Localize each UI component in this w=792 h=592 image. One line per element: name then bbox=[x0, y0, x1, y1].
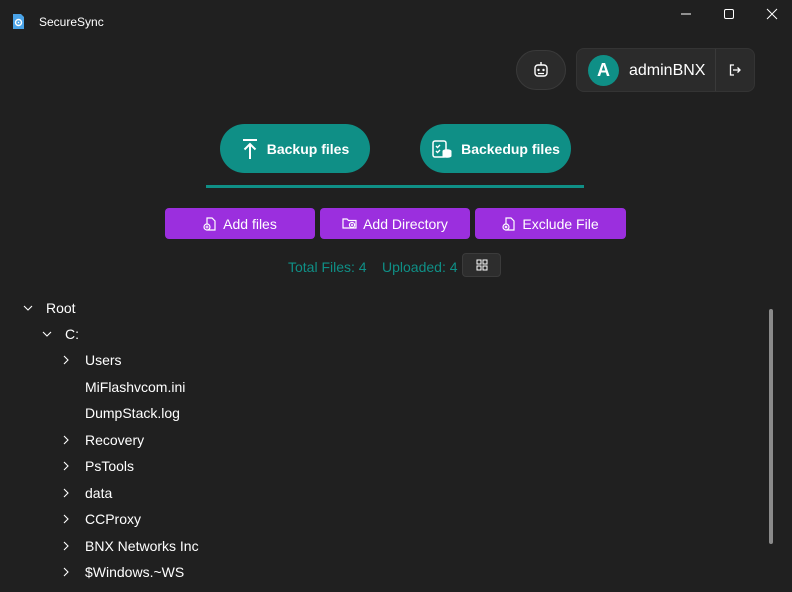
tab-backup-files[interactable]: Backup files bbox=[220, 124, 370, 173]
exclude-file-button[interactable]: Exclude File bbox=[475, 208, 626, 239]
app-window: SecureSync A adminBNX Backup files Backe… bbox=[0, 0, 792, 592]
close-icon bbox=[766, 8, 778, 20]
chevron-down-icon[interactable] bbox=[41, 323, 53, 345]
username-label: adminBNX bbox=[629, 62, 706, 79]
add-folder-icon bbox=[342, 218, 357, 229]
tree-item-label: PsTools bbox=[85, 458, 135, 474]
tree-item-label: CCProxy bbox=[85, 511, 142, 527]
add-directory-button[interactable]: Add Directory bbox=[320, 208, 470, 239]
tree-item-label: Users bbox=[85, 352, 122, 368]
grid-icon bbox=[476, 259, 487, 271]
tree-node-label: C: bbox=[65, 326, 79, 342]
chevron-right-icon[interactable] bbox=[60, 535, 72, 557]
logout-button[interactable] bbox=[716, 49, 754, 91]
tree-item[interactable]: BNX Networks Inc bbox=[60, 535, 360, 557]
tree-item[interactable]: $Windows.~WS bbox=[60, 561, 360, 583]
title-bar: SecureSync bbox=[0, 0, 792, 44]
add-directory-label: Add Directory bbox=[363, 215, 448, 232]
chevron-right-icon[interactable] bbox=[60, 508, 72, 530]
chevron-right-icon[interactable] bbox=[60, 482, 72, 504]
chevron-right-icon[interactable] bbox=[60, 455, 72, 477]
avatar: A bbox=[588, 55, 619, 86]
tab-backup-files-label: Backup files bbox=[266, 140, 350, 157]
tree-node-root[interactable]: Root bbox=[22, 297, 222, 319]
maximize-button[interactable] bbox=[707, 0, 751, 28]
close-button[interactable] bbox=[750, 0, 792, 28]
chevron-right-icon[interactable] bbox=[60, 349, 72, 371]
exclude-file-icon bbox=[502, 216, 515, 231]
chevron-right-icon[interactable] bbox=[60, 429, 72, 451]
grid-view-button[interactable] bbox=[462, 253, 501, 277]
scrollbar-thumb[interactable] bbox=[769, 309, 773, 544]
add-file-icon bbox=[203, 216, 216, 231]
minimize-icon bbox=[681, 13, 691, 15]
upload-icon bbox=[242, 138, 257, 159]
assistant-button[interactable] bbox=[516, 50, 566, 90]
add-files-button[interactable]: Add files bbox=[165, 208, 315, 239]
chevron-right-icon[interactable] bbox=[60, 561, 72, 583]
tree-item[interactable]: Recovery bbox=[60, 429, 360, 451]
add-files-label: Add files bbox=[223, 215, 277, 232]
app-logo-icon bbox=[12, 13, 25, 30]
tree-item-label: DumpStack.log bbox=[85, 405, 180, 421]
total-files-count: Total Files: 4 bbox=[288, 259, 367, 275]
tree-item[interactable]: data bbox=[60, 482, 360, 504]
tree-item-label: Recovery bbox=[85, 431, 145, 448]
tree-node-label: Root bbox=[46, 300, 76, 316]
chevron-down-icon[interactable] bbox=[22, 297, 34, 319]
tab-backedup-files-label: Backedup files bbox=[461, 140, 560, 157]
user-profile-chip[interactable]: A adminBNX bbox=[576, 48, 755, 92]
uploaded-count: Uploaded: 4 bbox=[382, 259, 458, 275]
tree-item[interactable]: DumpStack.log bbox=[60, 402, 360, 424]
tree-item-label: $Windows.~WS bbox=[85, 564, 185, 580]
tree-item[interactable]: MiFlashvcom.ini bbox=[60, 376, 360, 398]
maximize-icon bbox=[724, 9, 734, 19]
app-title: SecureSync bbox=[39, 15, 104, 29]
robot-icon bbox=[534, 62, 548, 77]
tree-item[interactable]: PsTools bbox=[60, 455, 360, 477]
minimize-button[interactable] bbox=[664, 0, 708, 28]
tab-backedup-files[interactable]: Backedup files bbox=[420, 124, 571, 173]
tree-item[interactable]: CCProxy bbox=[60, 508, 360, 530]
exclude-file-label: Exclude File bbox=[522, 215, 599, 232]
logout-icon bbox=[729, 64, 741, 76]
tree-item[interactable]: Users bbox=[60, 349, 360, 371]
tree-item-label: data bbox=[85, 484, 113, 501]
tree-item-label: BNX Networks Inc bbox=[85, 537, 199, 554]
tab-indicator bbox=[206, 185, 584, 188]
tree-item-label: MiFlashvcom.ini bbox=[85, 378, 186, 395]
backed-up-files-icon bbox=[432, 139, 452, 158]
tree-node-drive[interactable]: C: bbox=[41, 323, 241, 345]
